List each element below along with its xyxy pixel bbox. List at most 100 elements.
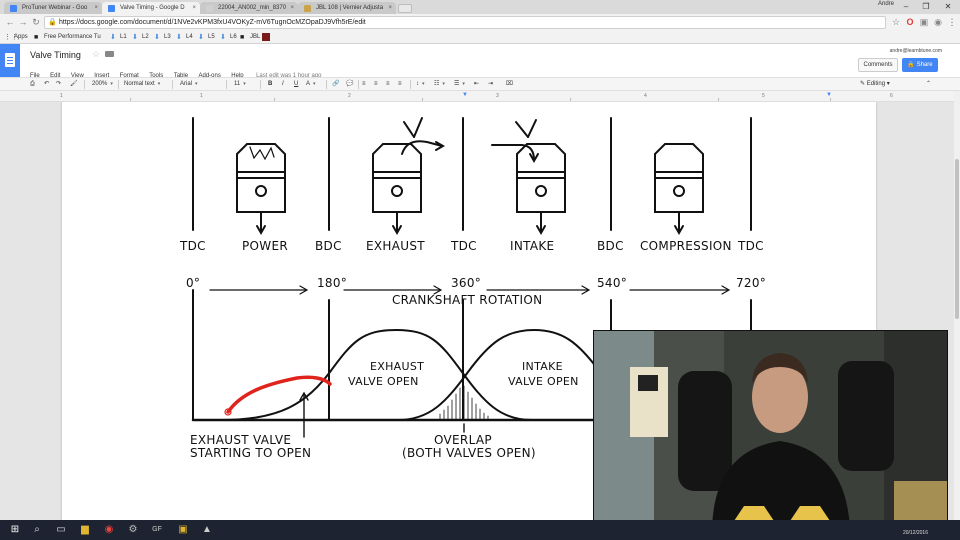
underline-button[interactable]: U xyxy=(294,79,298,90)
label-intake: INTAKE xyxy=(510,239,555,253)
label-180-degrees: 180° xyxy=(317,276,348,290)
folder-icon[interactable] xyxy=(105,51,114,57)
reload-icon[interactable]: ↻ xyxy=(30,16,42,28)
taskbar-date[interactable]: 20/12/2016 xyxy=(903,530,928,536)
horizontal-ruler[interactable]: 1 1 2 3 4 5 6 ▼ ▼ xyxy=(0,91,954,102)
forward-arrow-icon[interactable]: → xyxy=(17,16,29,28)
bookmark-l1[interactable]: ⬇ L1 xyxy=(110,32,127,43)
collapse-toolbar-icon[interactable]: ⌃ xyxy=(926,79,931,90)
star-icon[interactable]: ☆ xyxy=(92,49,100,60)
label-crankshaft-rotation: CRANKSHAFT ROTATION xyxy=(392,293,543,307)
bookmark-star-icon[interactable]: ☆ xyxy=(890,16,902,28)
bookmark-l4[interactable]: ⬇ L4 xyxy=(176,32,193,43)
toolbar-divider xyxy=(118,80,119,89)
paint-format-icon[interactable]: 🖌 xyxy=(70,79,78,90)
account-email[interactable]: andre@learnbtune.com xyxy=(890,48,942,54)
close-tab-icon[interactable]: × xyxy=(290,2,294,14)
bold-button[interactable]: B xyxy=(268,79,272,90)
task-view-icon[interactable]: ▭ xyxy=(54,523,68,537)
italic-button[interactable]: I xyxy=(282,79,284,90)
tab-pdf-document[interactable]: 22004_AN002_min_8370 × xyxy=(200,2,298,14)
clear-formatting-icon[interactable]: ⌧ xyxy=(506,79,513,90)
vertical-scrollbar[interactable] xyxy=(954,91,960,520)
text-color-button[interactable]: A xyxy=(306,79,316,90)
document-title[interactable]: Valve Timing xyxy=(30,50,81,60)
label-bdc: BDC xyxy=(315,239,342,253)
image-viewer-icon[interactable]: ▲ xyxy=(200,523,214,537)
exhaust-piston-icon xyxy=(372,117,446,236)
label-exhaust-valve-open: VALVE OPEN xyxy=(348,375,419,388)
download-arrow-icon: ⬇ xyxy=(198,34,204,41)
jbl-logo-icon: ■ xyxy=(240,34,245,41)
app-icon[interactable]: GF xyxy=(150,523,164,537)
address-bar-row: ← → ↻ 🔒 https://docs.google.com/document… xyxy=(0,14,960,31)
toolbar-divider xyxy=(226,80,227,89)
redo-icon[interactable]: ↷ xyxy=(56,79,61,90)
url-input[interactable]: 🔒 https://docs.google.com/document/d/1NV… xyxy=(44,16,886,29)
file-explorer-icon[interactable]: ▆ xyxy=(78,523,92,537)
indent-marker-icon[interactable]: ▼ xyxy=(462,92,468,98)
editing-mode-select[interactable]: ✎ Editing ▾ xyxy=(860,79,890,90)
opera-extension-icon[interactable]: O xyxy=(904,16,916,28)
comments-button[interactable]: Comments xyxy=(858,58,898,72)
bulleted-list-icon[interactable]: ☰ xyxy=(454,79,465,90)
indent-marker-icon[interactable]: ▼ xyxy=(826,92,832,98)
undo-icon[interactable]: ↶ xyxy=(44,79,49,90)
seat-icon xyxy=(838,361,894,471)
docs-home-icon[interactable] xyxy=(0,44,20,77)
toolbar-divider xyxy=(410,80,411,89)
new-tab-button[interactable] xyxy=(398,4,412,13)
settings-gear-icon[interactable]: ⚙ xyxy=(126,523,140,537)
bookmark-favicon-icon[interactable] xyxy=(262,33,270,41)
photos-icon[interactable]: ▣ xyxy=(176,523,190,537)
search-icon[interactable]: ⌕ xyxy=(30,523,44,537)
bookmark-free-performance[interactable]: ■ Free Performance Tu xyxy=(34,32,101,43)
profile-name[interactable]: Andre xyxy=(878,1,894,7)
tab-valve-timing[interactable]: Valve Timing - Google D × xyxy=(102,2,200,14)
scrollbar-thumb[interactable] xyxy=(955,159,959,319)
back-arrow-icon[interactable]: ← xyxy=(4,16,16,28)
toolbar-divider xyxy=(326,80,327,89)
page-favicon-icon xyxy=(206,5,213,12)
chrome-icon[interactable]: ◉ xyxy=(102,523,116,537)
bookmark-jbl[interactable]: ■ JBL xyxy=(240,32,260,43)
minimize-icon[interactable]: – xyxy=(896,0,916,14)
print-icon[interactable]: ⎙ xyxy=(30,79,35,90)
extension-icon[interactable]: ▣ xyxy=(918,16,930,28)
align-justify-icon[interactable]: ≡ xyxy=(398,79,402,90)
bookmark-l6[interactable]: ⬇ L6 xyxy=(220,32,237,43)
extension-icon[interactable]: ◉ xyxy=(932,16,944,28)
share-button[interactable]: 🔒 Share xyxy=(902,58,938,72)
bookmark-l3[interactable]: ⬇ L3 xyxy=(154,32,171,43)
font-select[interactable]: Arial xyxy=(180,79,198,90)
label-540-degrees: 540° xyxy=(597,276,628,290)
close-window-icon[interactable]: ✕ xyxy=(938,0,958,14)
close-tab-icon[interactable]: × xyxy=(388,2,392,14)
decrease-indent-icon[interactable]: ⇤ xyxy=(474,79,479,90)
numbered-list-icon[interactable]: ☷ xyxy=(434,79,445,90)
zoom-select[interactable]: 200% xyxy=(92,79,113,90)
bookmark-l5[interactable]: ⬇ L5 xyxy=(198,32,215,43)
download-arrow-icon: ⬇ xyxy=(132,34,138,41)
link-icon[interactable]: 🔗 xyxy=(332,79,339,90)
docs-favicon-icon xyxy=(108,5,115,12)
tab-protuner-webinar[interactable]: ProTuner Webinar - Goo × xyxy=(4,2,102,14)
font-size-select[interactable]: 11 xyxy=(234,79,246,90)
comment-icon[interactable]: 💬 xyxy=(346,79,353,90)
align-center-icon[interactable]: ≡ xyxy=(374,79,378,90)
formatting-toolbar: ⎙ ↶ ↷ 🖌 200% Normal text Arial 11 B I U … xyxy=(0,77,960,91)
style-select[interactable]: Normal text xyxy=(124,79,160,90)
line-spacing-icon[interactable]: ↕ xyxy=(416,79,425,90)
increase-indent-icon[interactable]: ⇥ xyxy=(488,79,493,90)
tab-jbl-vernier[interactable]: JBL 108 | Vernier Adjusta × xyxy=(298,2,396,14)
close-tab-icon[interactable]: × xyxy=(94,2,98,14)
align-right-icon[interactable]: ≡ xyxy=(386,79,390,90)
menu-kebab-icon[interactable]: ⋮ xyxy=(946,16,958,28)
red-annotation-stroke xyxy=(226,375,332,414)
align-left-icon[interactable]: ≡ xyxy=(362,79,366,90)
bookmark-apps[interactable]: ⋮⋮ Apps xyxy=(4,32,28,43)
windows-start-icon[interactable]: ⊞ xyxy=(8,523,22,537)
close-tab-icon[interactable]: × xyxy=(192,2,196,14)
maximize-icon[interactable]: ❐ xyxy=(916,0,936,14)
bookmark-l2[interactable]: ⬇ L2 xyxy=(132,32,149,43)
